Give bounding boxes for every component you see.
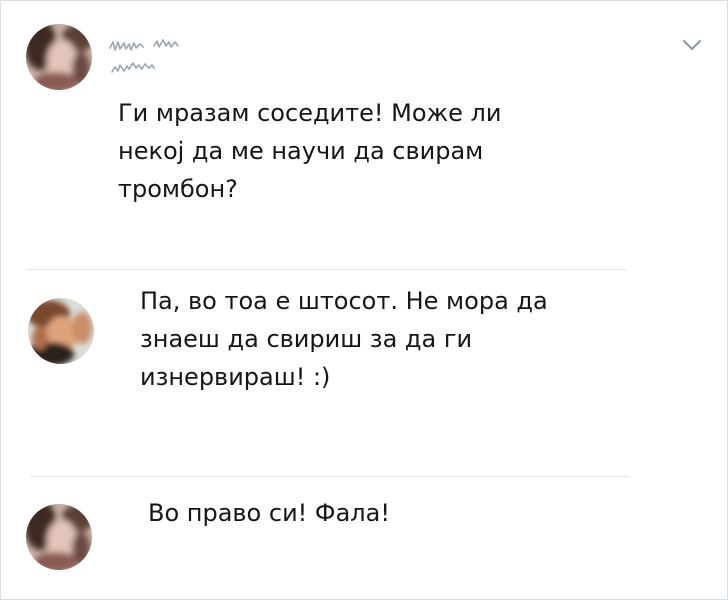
reply-divider-2 <box>30 476 630 477</box>
reply-1-author-avatar[interactable] <box>28 298 94 364</box>
reply-1-text: Па, во тоа е штосот. Не мора да знаеш да… <box>140 287 548 391</box>
original-tweet-text: Ги мразам соседите! Може ли некој да ме … <box>118 99 502 203</box>
author-name-redacted <box>109 39 179 73</box>
reply-2-author-avatar[interactable] <box>26 504 92 570</box>
original-author-avatar[interactable] <box>26 24 92 90</box>
reply-2-text: Во право си! Фала! <box>148 499 390 527</box>
reply-divider-1 <box>26 269 626 270</box>
chevron-down-icon[interactable] <box>682 38 702 52</box>
